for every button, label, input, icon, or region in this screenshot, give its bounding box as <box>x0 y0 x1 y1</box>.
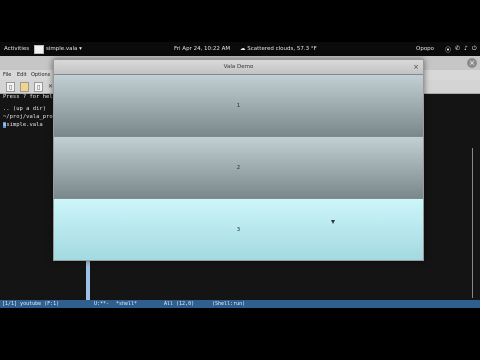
modeline-mode: (Shell:run) <box>212 301 246 307</box>
mode-line: [1/1] youtube (F:1) U:**- *shell* All (1… <box>0 300 480 308</box>
system-tray[interactable]: ⦿ ✆ ♪ ⏻ <box>445 45 477 54</box>
minibuffer[interactable] <box>0 308 480 316</box>
network-icon[interactable]: ⦿ <box>445 45 451 54</box>
button-3[interactable]: 3 <box>54 198 423 260</box>
mouse-pointer-icon <box>331 220 335 224</box>
file-name: simple.vala <box>6 122 43 128</box>
menu-file[interactable]: File <box>3 72 11 78</box>
button-label: 1 <box>236 102 241 109</box>
list-item[interactable]: ~/proj/vala_proj <box>3 114 56 120</box>
close-icon[interactable]: × <box>467 58 477 68</box>
button-1[interactable]: 1 <box>54 74 423 136</box>
letterbox-bottom <box>0 316 480 360</box>
close-icon[interactable]: × <box>413 63 419 71</box>
list-item[interactable]: .. (up a dir) <box>3 106 46 112</box>
button-label: 3 <box>236 226 241 233</box>
button-label: 2 <box>236 164 241 171</box>
open-folder-icon[interactable] <box>20 82 29 92</box>
modeline-left: [1/1] youtube (F:1) <box>2 301 60 307</box>
button-2[interactable]: 2 <box>54 136 423 198</box>
weather-indicator[interactable]: ☁ Scattered clouds, 57.3 °F <box>240 46 317 52</box>
app-menu[interactable]: simple.vala ▾ <box>34 44 82 54</box>
menu-edit[interactable]: Edit <box>17 72 27 78</box>
demo-titlebar[interactable]: Vala Demo × <box>54 60 423 74</box>
vala-demo-window: Vala Demo × 1 2 3 <box>53 59 424 261</box>
scrollbar[interactable] <box>472 148 473 298</box>
save-icon[interactable]: ▯ <box>34 82 43 92</box>
user-menu[interactable]: Opopo <box>416 46 434 52</box>
app-menu-label: simple.vala ▾ <box>46 46 82 52</box>
new-file-icon[interactable]: ▯ <box>6 82 15 92</box>
modeline-status: U:**- <box>94 301 110 307</box>
help-hint: Press ? for help <box>3 94 56 100</box>
letterbox-top <box>0 0 480 42</box>
app-icon <box>34 44 44 54</box>
gnome-top-bar: Activities simple.vala ▾ Fri Apr 24, 10:… <box>0 42 480 56</box>
menu-options[interactable]: Options <box>31 72 50 78</box>
modeline-buffer: *shell* <box>116 301 138 307</box>
phone-icon[interactable]: ✆ <box>455 45 460 54</box>
power-icon[interactable]: ⏻ <box>472 45 477 54</box>
window-title: Vala Demo <box>223 64 254 70</box>
window-divider[interactable] <box>86 260 90 300</box>
activities-button[interactable]: Activities <box>4 46 29 52</box>
volume-icon[interactable]: ♪ <box>464 45 468 54</box>
list-item[interactable]: ssimple.vala <box>3 122 43 128</box>
clock[interactable]: Fri Apr 24, 10:22 AM <box>174 46 230 52</box>
modeline-position: All (12,0) <box>164 301 195 307</box>
